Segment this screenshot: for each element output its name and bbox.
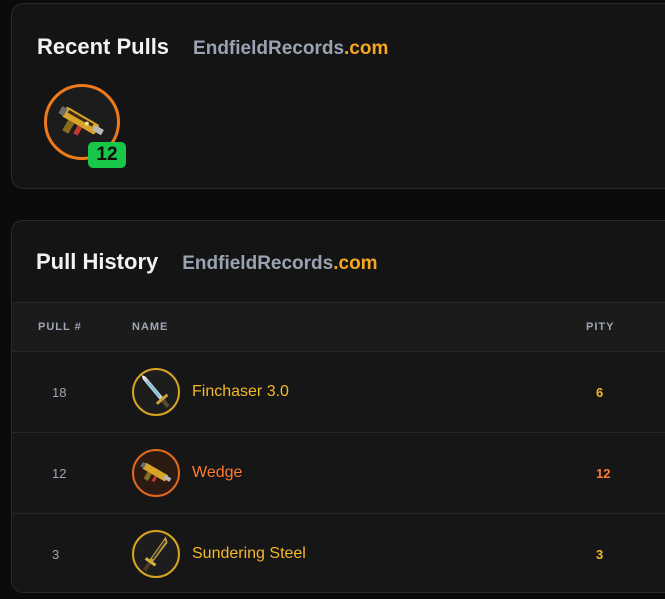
blade-icon	[142, 536, 168, 572]
column-header-pity[interactable]: PITY	[586, 321, 614, 333]
rifle-icon	[140, 461, 172, 483]
table-header: PULL # NAME PITY	[12, 302, 665, 351]
item-name[interactable]: Sundering Steel	[192, 545, 306, 563]
column-header-name[interactable]: NAME	[132, 321, 168, 333]
brand-name: EndfieldRecords	[193, 38, 345, 59]
table-row[interactable]: 3 Sundering Steel 3	[12, 513, 665, 592]
pull-history-table: PULL # NAME PITY 18 Finchaser 3.0 6 12 W…	[12, 302, 665, 592]
recent-pulls-panel: Recent Pulls EndfieldRecords.com 12	[11, 3, 665, 189]
brand-tld: .com	[333, 253, 378, 274]
item-icon-frame	[132, 368, 180, 416]
recent-pulls-header: Recent Pulls EndfieldRecords.com	[37, 34, 388, 60]
pull-history-panel: Pull History EndfieldRecords.com PULL # …	[11, 220, 665, 593]
pull-history-title: Pull History	[36, 249, 159, 274]
pity-badge: 12	[88, 142, 126, 168]
brand-tld: .com	[344, 38, 389, 59]
table-row[interactable]: 12 Wedge 12	[12, 432, 665, 513]
pity-value: 3	[596, 547, 604, 562]
pull-number: 3	[52, 547, 60, 562]
recent-pulls-title: Recent Pulls	[37, 34, 170, 59]
brand-watermark: EndfieldRecords.com	[193, 38, 388, 60]
pity-value: 6	[596, 385, 604, 400]
item-name[interactable]: Finchaser 3.0	[192, 383, 289, 401]
pull-history-header: Pull History EndfieldRecords.com	[36, 249, 378, 275]
item-name[interactable]: Wedge	[192, 464, 242, 482]
item-icon-frame	[132, 449, 180, 497]
pity-value: 12	[596, 466, 611, 481]
brand-name: EndfieldRecords	[182, 253, 334, 274]
table-row[interactable]: 18 Finchaser 3.0 6	[12, 351, 665, 432]
column-header-pull[interactable]: PULL #	[38, 321, 82, 333]
brand-watermark: EndfieldRecords.com	[182, 253, 377, 275]
item-icon-frame	[132, 530, 180, 578]
sword-icon	[141, 375, 170, 408]
pull-number: 12	[52, 466, 67, 481]
pull-number: 18	[52, 385, 67, 400]
